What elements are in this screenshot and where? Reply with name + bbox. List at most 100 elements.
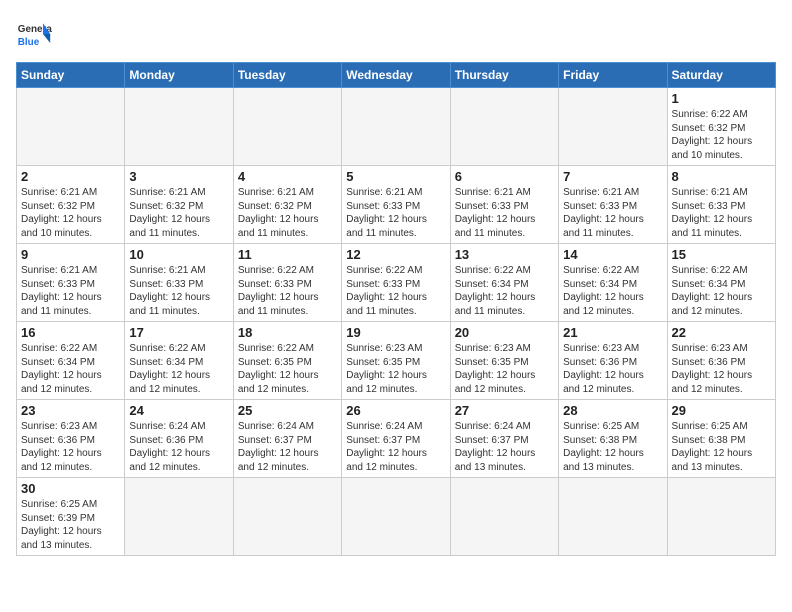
- weekday-header-friday: Friday: [559, 63, 667, 88]
- calendar-cell: 30Sunrise: 6:25 AM Sunset: 6:39 PM Dayli…: [17, 478, 125, 556]
- day-info: Sunrise: 6:22 AM Sunset: 6:32 PM Dayligh…: [672, 108, 771, 162]
- calendar-cell: 3 Sunrise: 6:21 AM Sunset: 6:32 PM Daylig…: [125, 166, 233, 244]
- calendar-cell: 4Sunrise: 6:21 AM Sunset: 6:32 PM Daylig…: [233, 166, 341, 244]
- day-number: 10: [129, 247, 228, 262]
- day-info: Sunrise: 6:21 AM Sunset: 6:33 PM Dayligh…: [21, 264, 120, 318]
- calendar-cell: 19 Sunrise: 6:23 AM Sunset: 6:35 PM Dayli…: [342, 322, 450, 400]
- calendar-cell: 29Sunrise: 6:25 AM Sunset: 6:38 PM Dayli…: [667, 400, 775, 478]
- day-number: 9: [21, 247, 120, 262]
- day-info: Sunrise: 6:25 AM Sunset: 6:38 PM Dayligh…: [563, 420, 662, 474]
- calendar-cell: 11Sunrise: 6:22 AM Sunset: 6:33 PM Dayli…: [233, 244, 341, 322]
- calendar-cell: 22 Sunrise: 6:23 AM Sunset: 6:36 PM Dayli…: [667, 322, 775, 400]
- day-number: 2: [21, 169, 120, 184]
- day-info: Sunrise: 6:22 AM Sunset: 6:34 PM Dayligh…: [21, 342, 120, 396]
- day-info: Sunrise: 6:23 AM Sunset: 6:35 PM Dayligh…: [346, 342, 445, 396]
- week-row-6: 30Sunrise: 6:25 AM Sunset: 6:39 PM Dayli…: [17, 478, 776, 556]
- week-row-3: 9 Sunrise: 6:21 AM Sunset: 6:33 PM Daylig…: [17, 244, 776, 322]
- day-number: 18: [238, 325, 337, 340]
- calendar-cell: [125, 478, 233, 556]
- calendar-cell: [17, 88, 125, 166]
- day-number: 14: [563, 247, 662, 262]
- logo: General Blue: [16, 16, 52, 52]
- week-row-4: 16 Sunrise: 6:22 AM Sunset: 6:34 PM Dayli…: [17, 322, 776, 400]
- day-info: Sunrise: 6:21 AM Sunset: 6:32 PM Dayligh…: [21, 186, 120, 240]
- day-info: Sunrise: 6:24 AM Sunset: 6:37 PM Dayligh…: [455, 420, 554, 474]
- calendar-cell: 24 Sunrise: 6:24 AM Sunset: 6:36 PM Dayli…: [125, 400, 233, 478]
- calendar-cell: 16 Sunrise: 6:22 AM Sunset: 6:34 PM Dayli…: [17, 322, 125, 400]
- weekday-header-saturday: Saturday: [667, 63, 775, 88]
- calendar-cell: 28 Sunrise: 6:25 AM Sunset: 6:38 PM Dayli…: [559, 400, 667, 478]
- weekday-header-thursday: Thursday: [450, 63, 558, 88]
- calendar-cell: 13 Sunrise: 6:22 AM Sunset: 6:34 PM Dayli…: [450, 244, 558, 322]
- calendar-cell: 12 Sunrise: 6:22 AM Sunset: 6:33 PM Dayli…: [342, 244, 450, 322]
- day-number: 3: [129, 169, 228, 184]
- calendar: SundayMondayTuesdayWednesdayThursdayFrid…: [16, 62, 776, 556]
- day-number: 13: [455, 247, 554, 262]
- calendar-cell: 25Sunrise: 6:24 AM Sunset: 6:37 PM Dayli…: [233, 400, 341, 478]
- day-number: 22: [672, 325, 771, 340]
- day-info: Sunrise: 6:23 AM Sunset: 6:36 PM Dayligh…: [563, 342, 662, 396]
- calendar-cell: 26Sunrise: 6:24 AM Sunset: 6:37 PM Dayli…: [342, 400, 450, 478]
- day-number: 25: [238, 403, 337, 418]
- day-number: 21: [563, 325, 662, 340]
- day-info: Sunrise: 6:25 AM Sunset: 6:38 PM Dayligh…: [672, 420, 771, 474]
- day-number: 30: [21, 481, 120, 496]
- day-number: 5: [346, 169, 445, 184]
- day-info: Sunrise: 6:21 AM Sunset: 6:33 PM Dayligh…: [563, 186, 662, 240]
- day-number: 1: [672, 91, 771, 106]
- week-row-5: 23Sunrise: 6:23 AM Sunset: 6:36 PM Dayli…: [17, 400, 776, 478]
- day-info: Sunrise: 6:22 AM Sunset: 6:33 PM Dayligh…: [346, 264, 445, 318]
- day-number: 7: [563, 169, 662, 184]
- calendar-cell: [233, 88, 341, 166]
- calendar-cell: 18 Sunrise: 6:22 AM Sunset: 6:35 PM Dayli…: [233, 322, 341, 400]
- day-number: 20: [455, 325, 554, 340]
- calendar-cell: [342, 478, 450, 556]
- day-info: Sunrise: 6:22 AM Sunset: 6:35 PM Dayligh…: [238, 342, 337, 396]
- calendar-cell: 6 Sunrise: 6:21 AM Sunset: 6:33 PM Daylig…: [450, 166, 558, 244]
- weekday-header-tuesday: Tuesday: [233, 63, 341, 88]
- calendar-cell: [667, 478, 775, 556]
- calendar-cell: [450, 478, 558, 556]
- weekday-header-sunday: Sunday: [17, 63, 125, 88]
- logo-icon: General Blue: [16, 16, 52, 52]
- day-number: 28: [563, 403, 662, 418]
- calendar-cell: 17Sunrise: 6:22 AM Sunset: 6:34 PM Dayli…: [125, 322, 233, 400]
- calendar-cell: 5 Sunrise: 6:21 AM Sunset: 6:33 PM Daylig…: [342, 166, 450, 244]
- day-info: Sunrise: 6:23 AM Sunset: 6:36 PM Dayligh…: [21, 420, 120, 474]
- day-info: Sunrise: 6:23 AM Sunset: 6:36 PM Dayligh…: [672, 342, 771, 396]
- calendar-cell: 14 Sunrise: 6:22 AM Sunset: 6:34 PM Dayli…: [559, 244, 667, 322]
- day-number: 24: [129, 403, 228, 418]
- day-info: Sunrise: 6:22 AM Sunset: 6:34 PM Dayligh…: [455, 264, 554, 318]
- calendar-cell: [559, 88, 667, 166]
- day-info: Sunrise: 6:21 AM Sunset: 6:32 PM Dayligh…: [129, 186, 228, 240]
- day-info: Sunrise: 6:22 AM Sunset: 6:33 PM Dayligh…: [238, 264, 337, 318]
- svg-text:Blue: Blue: [18, 37, 40, 48]
- day-info: Sunrise: 6:21 AM Sunset: 6:33 PM Dayligh…: [346, 186, 445, 240]
- day-info: Sunrise: 6:24 AM Sunset: 6:36 PM Dayligh…: [129, 420, 228, 474]
- calendar-cell: 10 Sunrise: 6:21 AM Sunset: 6:33 PM Dayli…: [125, 244, 233, 322]
- day-number: 19: [346, 325, 445, 340]
- week-row-1: 1 Sunrise: 6:22 AM Sunset: 6:32 PM Daylig…: [17, 88, 776, 166]
- calendar-cell: 21 Sunrise: 6:23 AM Sunset: 6:36 PM Dayli…: [559, 322, 667, 400]
- day-number: 6: [455, 169, 554, 184]
- calendar-cell: [450, 88, 558, 166]
- day-info: Sunrise: 6:21 AM Sunset: 6:32 PM Dayligh…: [238, 186, 337, 240]
- day-number: 12: [346, 247, 445, 262]
- calendar-cell: 15 Sunrise: 6:22 AM Sunset: 6:34 PM Dayli…: [667, 244, 775, 322]
- calendar-cell: [125, 88, 233, 166]
- day-info: Sunrise: 6:21 AM Sunset: 6:33 PM Dayligh…: [455, 186, 554, 240]
- day-info: Sunrise: 6:22 AM Sunset: 6:34 PM Dayligh…: [563, 264, 662, 318]
- weekday-header-wednesday: Wednesday: [342, 63, 450, 88]
- calendar-cell: 23Sunrise: 6:23 AM Sunset: 6:36 PM Dayli…: [17, 400, 125, 478]
- day-number: 26: [346, 403, 445, 418]
- day-info: Sunrise: 6:22 AM Sunset: 6:34 PM Dayligh…: [129, 342, 228, 396]
- day-number: 16: [21, 325, 120, 340]
- day-number: 8: [672, 169, 771, 184]
- day-info: Sunrise: 6:21 AM Sunset: 6:33 PM Dayligh…: [672, 186, 771, 240]
- week-row-2: 2 Sunrise: 6:21 AM Sunset: 6:32 PM Daylig…: [17, 166, 776, 244]
- day-info: Sunrise: 6:21 AM Sunset: 6:33 PM Dayligh…: [129, 264, 228, 318]
- day-info: Sunrise: 6:22 AM Sunset: 6:34 PM Dayligh…: [672, 264, 771, 318]
- day-number: 27: [455, 403, 554, 418]
- weekday-header-monday: Monday: [125, 63, 233, 88]
- day-number: 15: [672, 247, 771, 262]
